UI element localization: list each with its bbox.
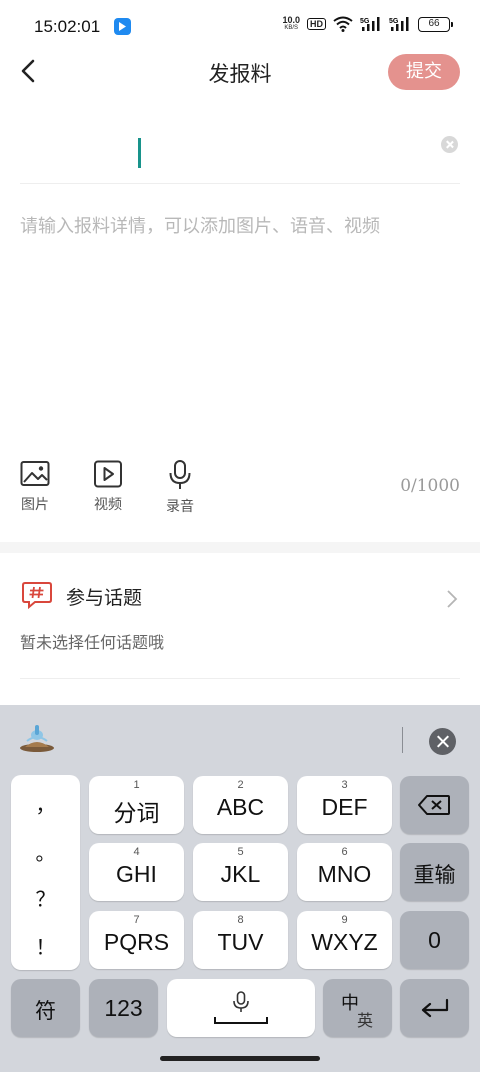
key-label: PQRS <box>103 929 170 955</box>
keyboard-logo-icon[interactable] <box>17 723 57 755</box>
key-1[interactable]: 1 分词 <box>89 776 184 834</box>
topic-status: 暂未选择任何话题哦 <box>20 633 165 652</box>
key-label: 重输 <box>413 864 456 887</box>
video-icon <box>94 460 122 488</box>
punct-period-key[interactable]: 。 <box>11 837 80 866</box>
network-speed-unit: KB/S <box>284 25 299 31</box>
key-number: 8 <box>237 914 244 926</box>
key-label: TUV <box>217 929 264 955</box>
enter-icon <box>421 998 449 1018</box>
key-label: WXYZ <box>311 929 378 955</box>
add-video-button[interactable]: 视频 <box>84 460 132 514</box>
clear-icon[interactable] <box>441 136 458 153</box>
section-divider <box>0 542 480 553</box>
space-key[interactable] <box>167 979 315 1037</box>
topic-label: 参与话题 <box>66 587 143 609</box>
key-7[interactable]: 7 PQRS <box>89 911 184 969</box>
key-4[interactable]: 4 GHI <box>89 843 184 901</box>
key-label: 123 <box>104 995 143 1021</box>
network-speed: 10.0 KB/S <box>282 16 300 32</box>
key-label: 0 <box>428 927 441 953</box>
screen: 15:02:01 10.0 KB/S HD 5G 5G 66 发报料 提交 请输… <box>0 0 480 1072</box>
spacebar-icon <box>214 1017 268 1024</box>
title-input[interactable] <box>20 128 460 184</box>
battery-icon: 66 <box>418 16 453 32</box>
topic-selector[interactable]: 参与话题 暂未选择任何话题哦 <box>0 553 480 679</box>
toolbar-separator <box>402 727 403 753</box>
punctuation-column: ， 。 ？ ！ <box>11 775 80 970</box>
home-indicator[interactable] <box>160 1056 320 1061</box>
chevron-right-icon <box>447 590 458 608</box>
app-header: 发报料 提交 <box>0 44 480 100</box>
punct-comma-key[interactable]: ， <box>11 789 80 818</box>
key-number: 6 <box>341 846 348 858</box>
media-toolbar: 图片 视频 录音 0/1000 <box>0 460 480 520</box>
svg-text:5G: 5G <box>389 18 399 25</box>
key-6[interactable]: 6 MNO <box>297 843 392 901</box>
status-time: 15:02:01 <box>34 17 101 36</box>
key-number: 1 <box>133 779 140 791</box>
signal-5g-icon: 5G <box>360 17 380 31</box>
symbol-key[interactable]: 符 <box>11 979 80 1037</box>
signal-5g-icon-2: 5G <box>389 17 409 31</box>
key-number: 7 <box>133 914 140 926</box>
enter-key[interactable] <box>400 979 469 1037</box>
key-label: DEF <box>321 794 368 820</box>
key-label: JKL <box>220 861 261 887</box>
network-speed-value: 10.0 <box>282 15 300 25</box>
add-video-label: 视频 <box>94 497 122 513</box>
add-image-label: 图片 <box>21 497 49 513</box>
microphone-icon <box>233 991 249 1012</box>
keyboard-toolbar <box>0 705 480 775</box>
key-label: GHI <box>116 861 157 887</box>
key-9[interactable]: 9 WXYZ <box>297 911 392 969</box>
backspace-icon <box>418 795 450 815</box>
svg-text:5G: 5G <box>360 18 370 25</box>
record-audio-button[interactable]: 录音 <box>156 460 204 516</box>
key-label: MNO <box>317 861 372 887</box>
submit-button[interactable]: 提交 <box>388 54 460 90</box>
numeric-key[interactable]: 123 <box>89 979 158 1037</box>
record-audio-label: 录音 <box>166 499 194 515</box>
key-8[interactable]: 8 TUV <box>193 911 288 969</box>
key-number: 3 <box>341 779 348 791</box>
close-keyboard-icon[interactable] <box>429 728 456 755</box>
key-0[interactable]: 0 <box>400 911 469 969</box>
divider <box>20 678 460 679</box>
key-5[interactable]: 5 JKL <box>193 843 288 901</box>
character-counter: 0/1000 <box>400 476 460 496</box>
backspace-key[interactable] <box>400 776 469 834</box>
key-label: 符 <box>35 1000 56 1023</box>
key-label: ABC <box>216 794 265 820</box>
lang-en-label: 英 <box>357 1013 374 1030</box>
key-label: 分词 <box>113 800 160 826</box>
microphone-icon <box>169 460 191 489</box>
key-number: 2 <box>237 779 244 791</box>
punct-question-key[interactable]: ？ <box>11 883 80 912</box>
add-image-button[interactable]: 图片 <box>11 460 59 514</box>
key-3[interactable]: 3 DEF <box>297 776 392 834</box>
key-number: 9 <box>341 914 348 926</box>
key-number: 4 <box>133 846 140 858</box>
key-2[interactable]: 2 ABC <box>193 776 288 834</box>
reenter-key[interactable]: 重输 <box>400 843 469 901</box>
wifi-icon <box>333 16 353 32</box>
key-number: 5 <box>237 846 244 858</box>
app-notification-icon <box>114 18 131 35</box>
hashtag-icon <box>22 582 52 609</box>
detail-textarea[interactable]: 请输入报料详情，可以添加图片、语音、视频 <box>20 212 380 238</box>
status-icons: 10.0 KB/S HD 5G 5G 66 <box>282 16 453 32</box>
hd-icon: HD <box>307 18 326 30</box>
language-switch-key[interactable]: 中 英 <box>323 979 392 1037</box>
image-icon <box>20 461 50 486</box>
text-cursor <box>138 138 141 168</box>
punct-exclaim-key[interactable]: ！ <box>11 931 80 960</box>
